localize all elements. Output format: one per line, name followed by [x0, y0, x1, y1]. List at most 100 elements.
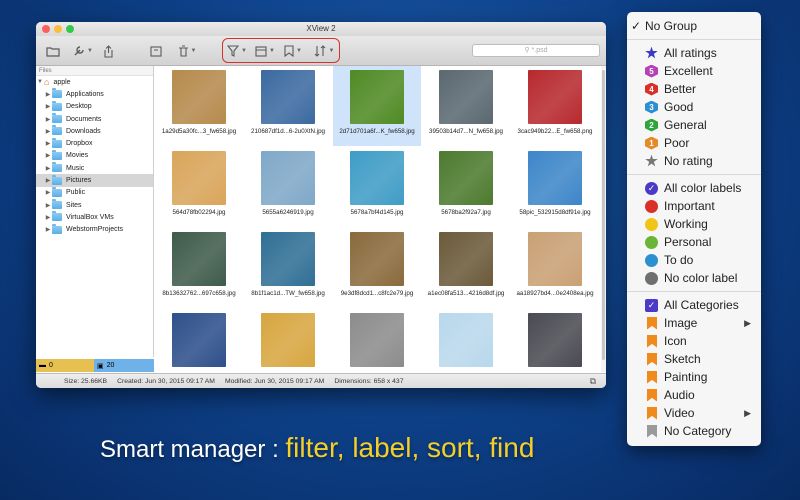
- menu-item-general[interactable]: 2 General: [627, 116, 761, 134]
- sidebar-item[interactable]: ▶ Pictures: [36, 174, 153, 187]
- sidebar-item[interactable]: ▶ Desktop: [36, 100, 153, 113]
- menu-item-excellent[interactable]: 5 Excellent: [627, 62, 761, 80]
- menu-item-label: Sketch: [664, 352, 701, 366]
- thumbnail-item[interactable]: [333, 309, 421, 372]
- menu-item-painting[interactable]: Painting: [627, 368, 761, 386]
- thumbnail-item[interactable]: 58pic_532915d8df91e.jpg: [511, 147, 599, 227]
- thumbnail-item[interactable]: 8b13632762...697c658.jpg: [155, 228, 243, 308]
- sidebar-item[interactable]: ▶ Movies: [36, 149, 153, 162]
- sidebar-item[interactable]: ▶ Public: [36, 186, 153, 199]
- thumbnail-item[interactable]: 210687df1d...6-2u0XtN.jpg: [244, 66, 332, 146]
- expand-icon[interactable]: ▶: [44, 165, 52, 172]
- thumbnail-item[interactable]: 9e3df8dcd1...c8fc2e79.jpg: [333, 228, 421, 308]
- share-button[interactable]: [100, 42, 116, 60]
- menu-item-no-color-label[interactable]: No color label: [627, 269, 761, 287]
- preview-icon[interactable]: ⧉: [590, 376, 596, 387]
- thumbnail-item[interactable]: 5655a6246919.jpg: [244, 147, 332, 227]
- thumbnail-image: [172, 232, 226, 286]
- sidebar-item[interactable]: ▶ Sites: [36, 199, 153, 211]
- trash-button[interactable]: ▼: [176, 42, 198, 60]
- menu-item-sketch[interactable]: Sketch: [627, 350, 761, 368]
- bookmark-icon: [647, 406, 657, 420]
- thumbnail-item[interactable]: 5678a7bf4d145.jpg: [333, 147, 421, 227]
- menu-item-better[interactable]: 4 Better: [627, 80, 761, 98]
- search-input[interactable]: ⚲ *.psd: [472, 44, 600, 57]
- folder-icon: [52, 174, 62, 185]
- menu-item-to-do[interactable]: To do: [627, 251, 761, 269]
- expand-icon[interactable]: ▶: [44, 91, 52, 98]
- calendar-button[interactable]: ▼: [254, 42, 276, 60]
- grid-scrollbar[interactable]: [601, 66, 606, 372]
- thumbnail-item[interactable]: 8b1f1ac1d...TW_fw658.jpg: [244, 228, 332, 308]
- expand-icon[interactable]: ▶: [44, 226, 52, 233]
- thumbnail-item[interactable]: 39503b14d7...N_fw658.jpg: [422, 66, 510, 146]
- thumbnail-image: [350, 70, 404, 124]
- menu-item-all-ratings[interactable]: All ratings: [627, 44, 761, 62]
- menu-item-no-rating[interactable]: No rating: [627, 152, 761, 170]
- archive-button[interactable]: [148, 42, 164, 60]
- sidebar-item[interactable]: ▶ WebstormProjects: [36, 223, 153, 236]
- maximize-window-button[interactable]: [66, 25, 74, 33]
- menu-item-label: Better: [664, 82, 697, 96]
- thumbnail-item[interactable]: 2d71d701a6f...K_fw658.jpg: [333, 66, 421, 146]
- expand-icon[interactable]: ▶: [44, 202, 52, 209]
- thumbnail-image: [439, 232, 493, 286]
- close-window-button[interactable]: [42, 25, 50, 33]
- sort-button[interactable]: ▼: [312, 42, 336, 60]
- menu-item-no-group[interactable]: ✓ No Group: [627, 17, 761, 35]
- sidebar-item[interactable]: ▶ Downloads: [36, 125, 153, 137]
- open-folder-button[interactable]: [44, 42, 62, 60]
- thumbnail-item[interactable]: [155, 309, 243, 372]
- menu-item-no-category[interactable]: No Category: [627, 422, 761, 440]
- menu-item-audio[interactable]: Audio: [627, 386, 761, 404]
- thumbnail-item[interactable]: [422, 309, 510, 372]
- menu-item-important[interactable]: Important: [627, 197, 761, 215]
- thumbnail-image: [439, 70, 493, 124]
- menu-item-image[interactable]: Image ▶: [627, 314, 761, 332]
- thumbnail-item[interactable]: 1a29d5a30fc...3_fw658.jpg: [155, 66, 243, 146]
- rating-badge-number: 3: [649, 102, 654, 112]
- menu-item-personal[interactable]: Personal: [627, 233, 761, 251]
- expand-icon[interactable]: ▶: [44, 189, 52, 196]
- menu-item-working[interactable]: Working: [627, 215, 761, 233]
- folder-icon: [52, 88, 62, 99]
- label-button[interactable]: ▼: [282, 42, 304, 60]
- thumbnail-item[interactable]: 3cac949b22...E_fw658.png: [511, 66, 599, 146]
- thumbnail-image: [528, 151, 582, 205]
- menu-item-good[interactable]: 3 Good: [627, 98, 761, 116]
- expand-icon[interactable]: ▶: [44, 128, 52, 135]
- thumbnail-item[interactable]: a1ec08fa513...4216d8df.jpg: [422, 228, 510, 308]
- expand-icon[interactable]: ▶: [44, 214, 52, 221]
- menu-item-label: General: [664, 118, 707, 132]
- menu-item-video[interactable]: Video ▶: [627, 404, 761, 422]
- submenu-arrow-icon: ▶: [744, 317, 751, 328]
- expand-icon[interactable]: ▶: [44, 103, 52, 110]
- menu-item-icon[interactable]: Icon: [627, 332, 761, 350]
- menu-item-poor[interactable]: 1 Poor: [627, 134, 761, 152]
- expand-icon[interactable]: ▶: [44, 152, 52, 159]
- rating-badge-number: 5: [649, 66, 654, 76]
- expand-icon[interactable]: ▶: [44, 177, 52, 184]
- thumbnail-item[interactable]: 564d78fb02294.jpg: [155, 147, 243, 227]
- sidebar-item[interactable]: ▶ VirtualBox VMs: [36, 211, 153, 223]
- thumbnail-item[interactable]: aa18927bd4...0e2408ea.jpg: [511, 228, 599, 308]
- filter-button[interactable]: ▼: [226, 42, 248, 60]
- thumbnail-item[interactable]: [244, 309, 332, 372]
- thumbnail-item[interactable]: [511, 309, 599, 372]
- tree-root[interactable]: ▼ ⌂ apple: [36, 76, 153, 88]
- sidebar-item[interactable]: ▶ Music: [36, 162, 153, 174]
- menu-item-all-categories[interactable]: ✓ All Categories: [627, 296, 761, 314]
- sidebar-item[interactable]: ▶ Applications: [36, 88, 153, 100]
- thumbnail-item[interactable]: 5678ba2f92a7.jpg: [422, 147, 510, 227]
- tools-button[interactable]: ▼: [72, 42, 94, 60]
- thumbnail-label: 5678ba2f92a7.jpg: [441, 209, 491, 216]
- minimize-window-button[interactable]: [54, 25, 62, 33]
- sidebar-item[interactable]: ▶ Dropbox: [36, 137, 153, 149]
- thumbnail-label: 5678a7bf4d145.jpg: [350, 209, 404, 216]
- expand-icon[interactable]: ▼: [36, 79, 44, 85]
- menu-item-all-color-labels[interactable]: ✓ All color labels: [627, 179, 761, 197]
- sidebar-item[interactable]: ▶ Documents: [36, 113, 153, 125]
- rating-badge-icon: 3: [645, 100, 658, 114]
- expand-icon[interactable]: ▶: [44, 140, 52, 147]
- expand-icon[interactable]: ▶: [44, 116, 52, 123]
